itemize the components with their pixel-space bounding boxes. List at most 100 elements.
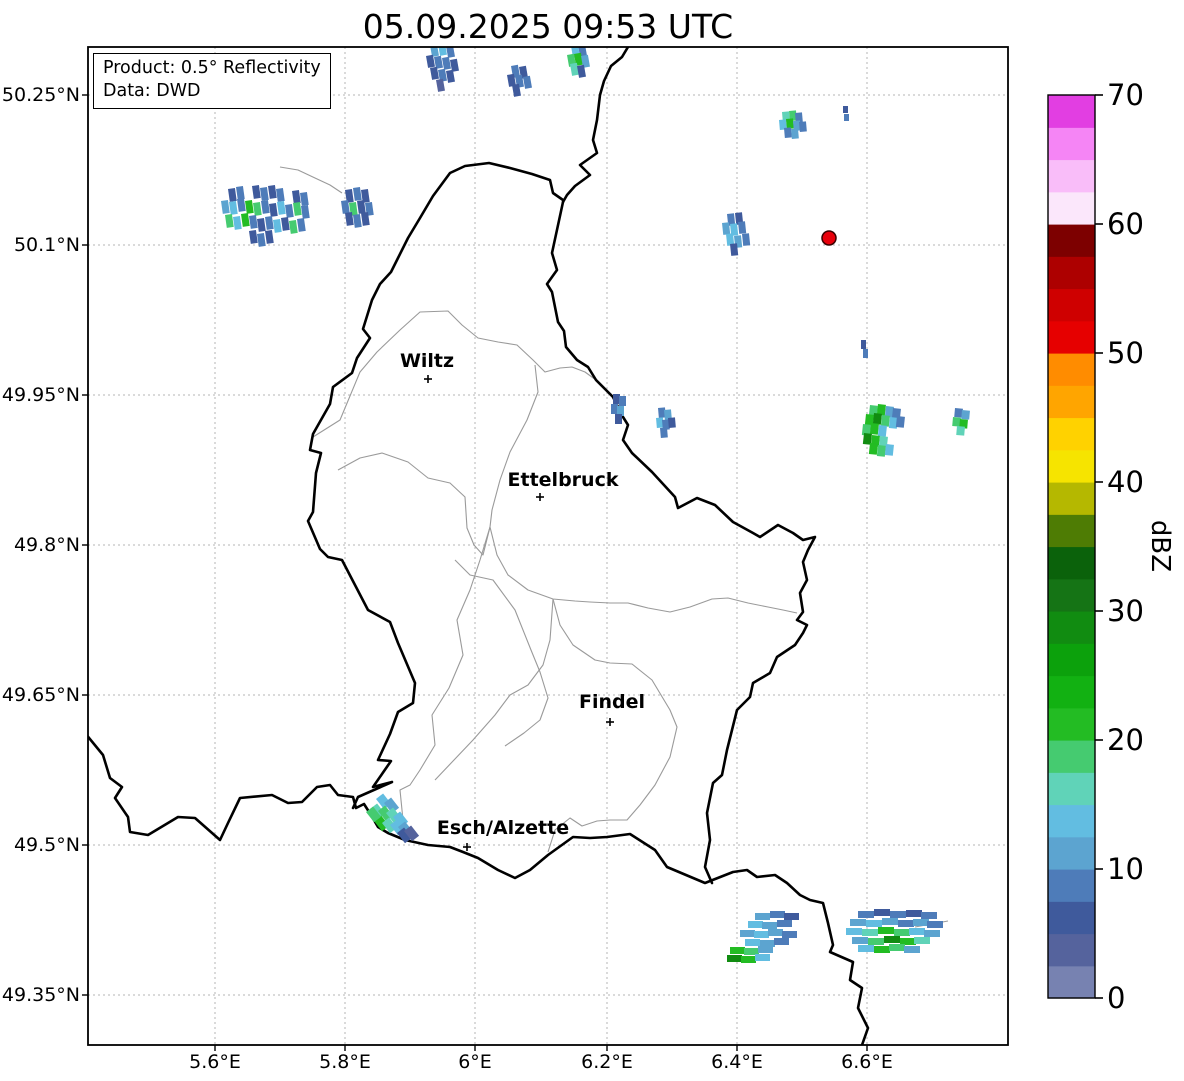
x-tick-label: 6.2°E	[562, 1051, 652, 1073]
colorbar-segment	[1048, 934, 1095, 967]
colorbar-segment	[1048, 611, 1095, 644]
radar-echo-cell	[252, 185, 261, 199]
radar-echo-cell	[741, 956, 756, 963]
radar-echo-cell	[446, 70, 455, 83]
radar-echo-cell	[878, 927, 894, 934]
colorbar-segment	[1048, 901, 1095, 934]
radar-echo-cell	[858, 945, 874, 952]
city-label-esch-alzette: Esch/Alzette	[437, 817, 569, 839]
radar-echo-cell	[894, 929, 910, 936]
radar-echo-cell	[249, 230, 258, 244]
canton-boundary-line	[313, 311, 596, 437]
radar-echo-cell	[869, 443, 878, 455]
radar-echo-cell	[261, 200, 270, 214]
canton-boundary-line	[435, 599, 553, 780]
canton-boundary-line	[455, 560, 548, 746]
radar-echo-cell	[852, 937, 868, 944]
colorbar-segment	[1048, 837, 1095, 870]
radar-echo-cell	[791, 128, 799, 139]
radar-echo-cell	[430, 67, 439, 80]
colorbar-segment	[1048, 676, 1095, 709]
radar-echo-cell	[260, 187, 269, 201]
radar-echo-cell	[927, 921, 943, 928]
radar-echo-cell	[846, 928, 862, 935]
colorbar-tick-label: 70	[1107, 78, 1144, 112]
radar-echo-cell	[754, 931, 769, 938]
city-label-ettelbruck: Ettelbruck	[508, 469, 619, 491]
radar-echo-cell	[760, 940, 775, 947]
radar-echo-cell	[786, 118, 794, 129]
y-tick-label: 49.65°N	[0, 684, 80, 706]
colorbar-segment	[1048, 289, 1095, 322]
radar-echo-cell	[770, 911, 785, 918]
radar-echo-cell	[241, 213, 250, 227]
colorbar-tick-label: 20	[1107, 723, 1144, 757]
radar-echo-cell	[442, 57, 451, 70]
country-borders	[85, 47, 868, 1045]
radar-echo-cell	[961, 410, 970, 420]
colorbar-segment	[1048, 482, 1095, 515]
radar-echo-cell	[450, 59, 459, 72]
radar-echo-cell	[221, 200, 230, 214]
radar-echo-cell	[228, 188, 237, 202]
radar-echo-cell	[237, 198, 246, 212]
radar-echo-cell	[249, 215, 258, 229]
radar-echo-cell	[873, 413, 882, 425]
radar-echo-cell	[257, 218, 266, 232]
radar-echo-cell	[866, 920, 882, 927]
radar-echo-cell	[889, 944, 905, 951]
radar-echo-cell	[913, 919, 929, 926]
radar-echo-cell	[956, 426, 965, 436]
colorbar-segment	[1048, 224, 1095, 257]
y-tick-label: 49.35°N	[0, 984, 80, 1006]
x-tick-label: 6.6°E	[822, 1051, 912, 1073]
radar-echo-cell	[768, 929, 783, 936]
radar-echo-cell	[745, 939, 760, 946]
radar-echo-cell	[233, 216, 242, 230]
radar-echo-cell	[898, 920, 914, 927]
radar-echo-cell	[727, 955, 742, 962]
map-canvas	[0, 0, 1184, 1081]
radar-echo-cell	[268, 185, 277, 199]
city-label-wiltz: Wiltz	[400, 350, 454, 372]
colorbar-segment	[1048, 740, 1095, 773]
radar-echo-cell	[896, 416, 905, 428]
colorbar-segment	[1048, 160, 1095, 193]
radar-echo-cell	[426, 55, 435, 68]
canton-boundary-line	[548, 599, 677, 852]
canton-boundary-line	[338, 453, 490, 555]
radar-echo-cell	[906, 910, 922, 917]
product-legend-box: Product: 0.5° Reflectivity Data: DWD	[93, 53, 331, 109]
radar-echo-cell	[881, 415, 890, 427]
radar-echo-cell	[434, 56, 443, 69]
colorbar-tick-label: 60	[1107, 207, 1144, 241]
colorbar-segment	[1048, 256, 1095, 289]
radar-echo-cell	[900, 938, 916, 945]
radar-echo-cell	[748, 921, 763, 928]
reflectivity-cells	[221, 43, 970, 963]
colorbar-segment	[1048, 192, 1095, 225]
radar-echo-cell	[877, 445, 886, 457]
radar-echo-cell	[265, 216, 274, 230]
figure-title: 05.09.2025 09:53 UTC	[88, 7, 1008, 46]
radar-echo-cell	[870, 423, 879, 435]
colorbar-segment	[1048, 579, 1095, 612]
radar-echo-cell	[921, 912, 937, 919]
radar-figure: 05.09.2025 09:53 UTC Product: 0.5° Refle…	[0, 0, 1184, 1081]
colorbar-segment	[1048, 321, 1095, 354]
city-label-findel: Findel	[579, 691, 645, 713]
colorbar-segment	[1048, 385, 1095, 418]
radar-echo-cell	[265, 230, 274, 244]
colorbar-tick-label: 40	[1107, 465, 1144, 499]
radar-echo-cell	[611, 404, 618, 414]
colorbar-segment	[1048, 966, 1095, 999]
radar-echo-cell	[273, 219, 282, 233]
legend-product-line: Product: 0.5° Reflectivity	[103, 57, 321, 80]
legend-source-line: Data: DWD	[103, 80, 321, 103]
radar-echo-cell	[885, 444, 894, 456]
radar-echo-cell	[744, 948, 759, 955]
radar-echo-cell	[285, 204, 294, 218]
radar-echo-cell	[874, 909, 890, 916]
radar-echo-cell	[863, 349, 868, 358]
radar-echo-cell	[884, 936, 900, 943]
